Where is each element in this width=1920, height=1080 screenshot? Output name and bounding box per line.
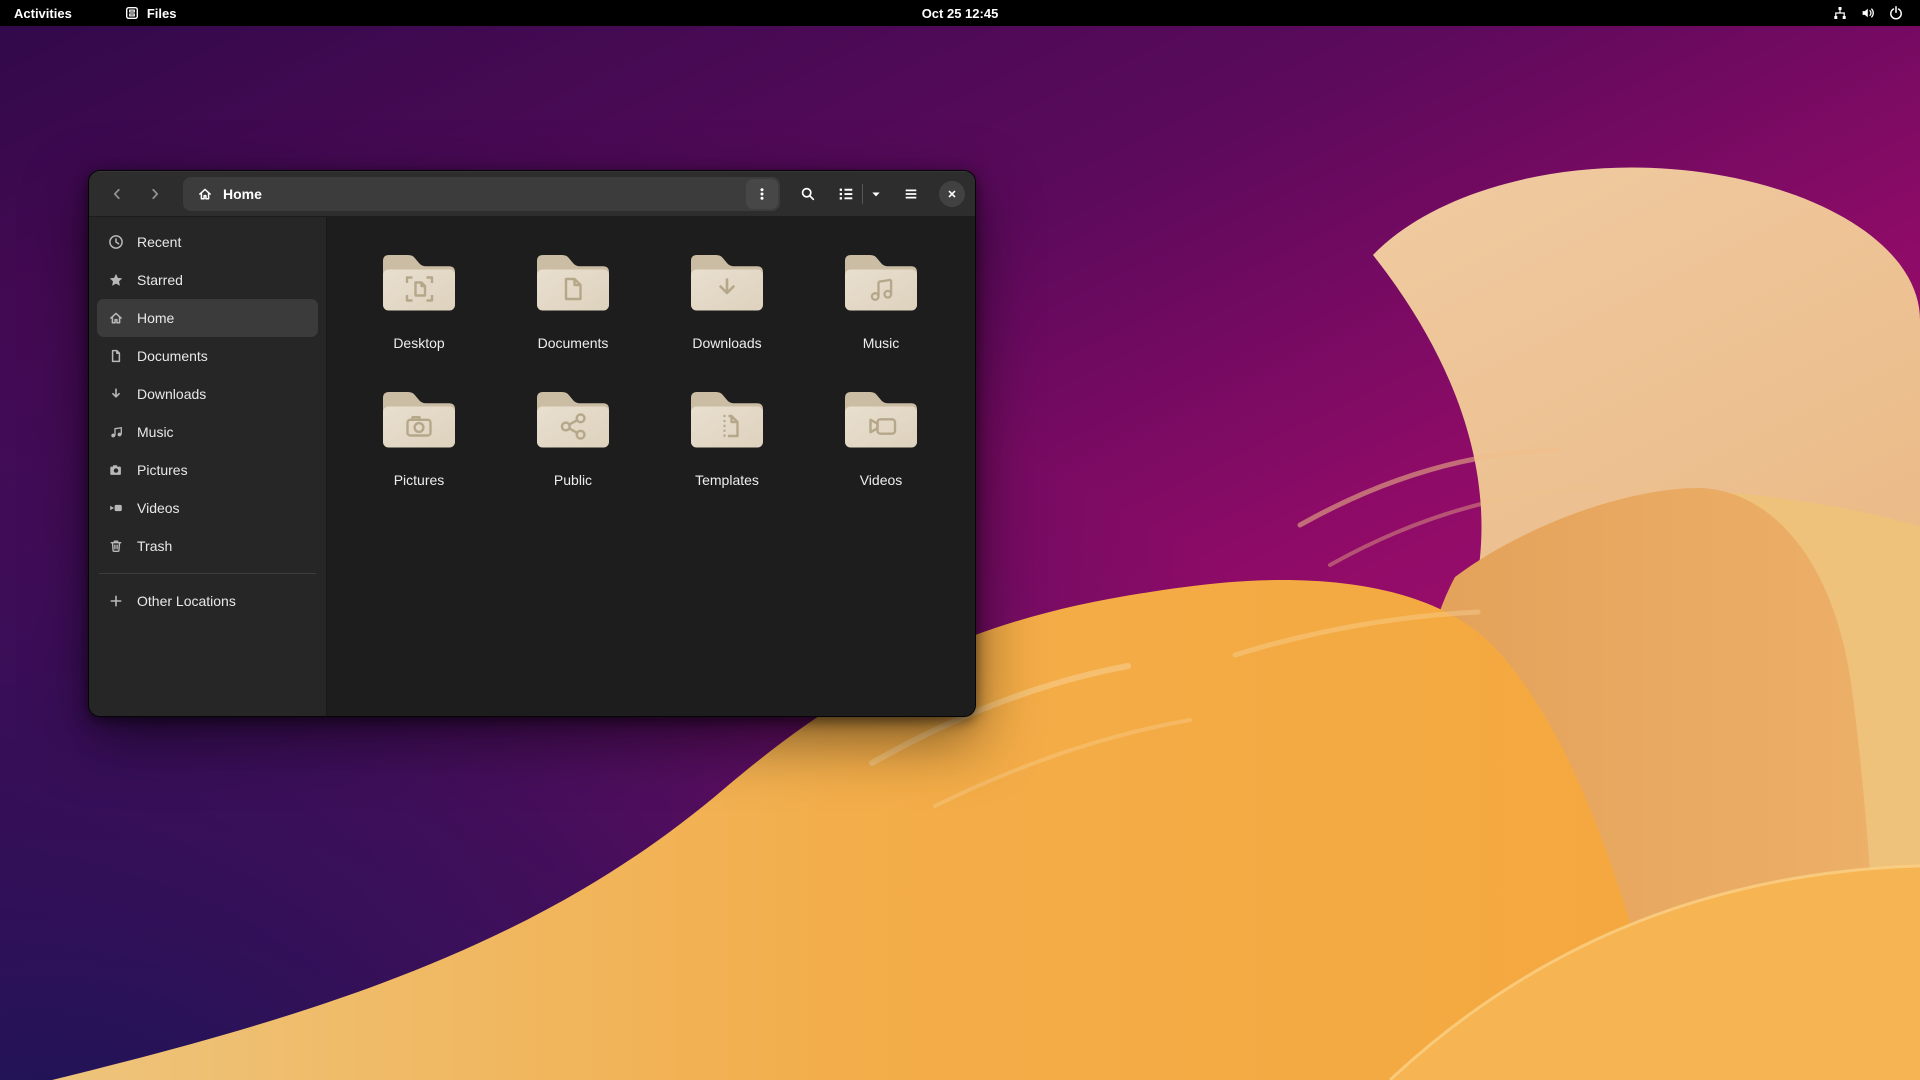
close-button[interactable]	[939, 180, 965, 207]
forward-button[interactable]	[137, 176, 173, 212]
folder-name: Desktop	[393, 335, 445, 351]
clock-button[interactable]: Oct 25 12:45	[916, 0, 1005, 26]
sidebar-item-videos[interactable]: Videos	[97, 489, 318, 527]
focused-app-label: Files	[146, 5, 177, 21]
download-icon	[108, 386, 124, 402]
main-menu-button[interactable]	[893, 176, 929, 212]
chevron-right-icon	[147, 186, 163, 202]
path-bar[interactable]: Home	[183, 176, 780, 211]
sidebar-separator	[99, 573, 316, 574]
folder-name: Pictures	[393, 472, 445, 488]
folder-videos[interactable]: Videos	[804, 385, 958, 489]
back-button[interactable]	[99, 176, 135, 212]
sidebar-item-label: Music	[137, 424, 174, 440]
folder-icon	[379, 385, 459, 451]
sidebar-item-music[interactable]: Music	[97, 413, 318, 451]
sidebar-item-home[interactable]: Home	[97, 299, 318, 337]
folder-icon	[841, 385, 921, 451]
sidebar-item-other-locations[interactable]: Other Locations	[97, 582, 318, 620]
sidebar-item-trash[interactable]: Trash	[97, 527, 318, 565]
activities-button[interactable]: Activities	[0, 0, 86, 26]
files-window: Home Recent Starred Home Documents Downl…	[88, 170, 976, 717]
sidebar-item-label: Trash	[137, 538, 173, 554]
sidebar-item-label: Videos	[137, 500, 180, 516]
sidebar-item-pictures[interactable]: Pictures	[97, 451, 318, 489]
current-location-label: Home	[223, 185, 262, 202]
video-icon	[108, 500, 124, 516]
sidebar: Recent Starred Home Documents Downloads Music…	[89, 217, 327, 716]
close-icon	[945, 187, 959, 201]
sidebar-item-starred[interactable]: Starred	[97, 261, 318, 299]
top-bar: Activities Files Oct 25 12:45	[0, 0, 1920, 26]
folder-desktop[interactable]: Desktop	[342, 248, 496, 352]
file-grid: Desktop Documents Downloads Music Pictures Pu…	[327, 217, 975, 716]
sidebar-item-label: Pictures	[137, 462, 188, 478]
home-icon	[108, 310, 124, 326]
camera-icon	[108, 462, 124, 478]
sidebar-item-documents[interactable]: Documents	[97, 337, 318, 375]
window-body: Recent Starred Home Documents Downloads Music…	[89, 217, 975, 716]
hamburger-menu-icon	[903, 186, 919, 202]
path-menu-button[interactable]	[746, 178, 778, 209]
header-bar[interactable]: Home	[89, 171, 975, 217]
sidebar-item-label: Documents	[137, 348, 208, 364]
sidebar-item-label: Home	[137, 310, 175, 326]
sidebar-item-recent[interactable]: Recent	[97, 223, 318, 261]
search-icon	[800, 186, 816, 202]
folder-name: Public	[553, 472, 593, 488]
folder-downloads[interactable]: Downloads	[650, 248, 804, 352]
folder-name: Documents	[537, 335, 609, 351]
chevron-down-icon	[868, 186, 884, 202]
volume-icon	[1860, 5, 1876, 21]
sidebar-item-downloads[interactable]: Downloads	[97, 375, 318, 413]
starred-icon	[108, 272, 124, 288]
trash-icon	[108, 538, 124, 554]
folder-icon	[379, 248, 459, 314]
folder-name: Music	[862, 335, 900, 351]
home-icon	[197, 186, 213, 202]
search-button[interactable]	[790, 176, 826, 212]
recent-icon	[108, 234, 124, 250]
chevron-left-icon	[109, 186, 125, 202]
system-status-area[interactable]	[1832, 0, 1920, 26]
plus-icon	[108, 593, 124, 609]
folder-icon	[687, 248, 767, 314]
folder-pictures[interactable]: Pictures	[342, 385, 496, 489]
music-icon	[108, 424, 124, 440]
folder-name: Downloads	[692, 335, 762, 351]
kebab-menu-icon	[754, 186, 770, 202]
folder-templates[interactable]: Templates	[650, 385, 804, 489]
sidebar-item-label: Downloads	[137, 386, 207, 402]
folder-icon	[533, 248, 613, 314]
folder-icon	[533, 385, 613, 451]
sidebar-item-label: Other Locations	[137, 593, 236, 609]
top-bar-left: Activities Files	[0, 0, 190, 26]
view-toggle-button[interactable]	[830, 176, 862, 212]
sidebar-item-label: Starred	[137, 272, 183, 288]
folder-name: Videos	[859, 472, 903, 488]
focused-app-indicator[interactable]: Files	[86, 0, 191, 26]
folder-documents[interactable]: Documents	[496, 248, 650, 352]
folder-music[interactable]: Music	[804, 248, 958, 352]
document-icon	[108, 348, 124, 364]
view-options-dropdown[interactable]	[863, 176, 889, 212]
view-split-button	[830, 176, 889, 212]
folder-icon	[841, 248, 921, 314]
folder-public[interactable]: Public	[496, 385, 650, 489]
files-app-icon	[124, 5, 140, 21]
sidebar-item-label: Recent	[137, 234, 182, 250]
power-icon	[1888, 5, 1904, 21]
folder-name: Templates	[695, 472, 759, 488]
list-view-icon	[838, 186, 854, 202]
network-icon	[1832, 5, 1848, 21]
folder-icon	[687, 385, 767, 451]
